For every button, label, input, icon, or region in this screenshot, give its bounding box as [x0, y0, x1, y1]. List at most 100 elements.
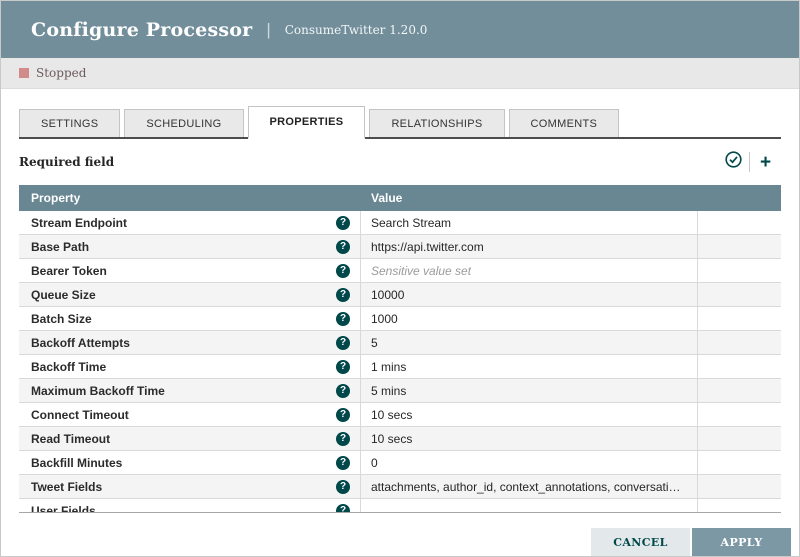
table-row[interactable]: Connect Timeout ? 10 secs [19, 403, 781, 427]
property-cell: Base Path ? [19, 235, 361, 258]
property-value-cell[interactable]: 10 secs [361, 427, 698, 450]
row-extra-cell [698, 499, 781, 512]
property-value: 1 mins [371, 359, 407, 374]
help-icon[interactable]: ? [336, 215, 350, 230]
row-extra-cell [698, 379, 781, 402]
table-row[interactable]: Batch Size ? 1000 [19, 307, 781, 331]
property-cell: User Fields ? [19, 499, 361, 513]
property-value-cell[interactable]: 1 mins [361, 355, 698, 378]
property-value: 1000 [371, 311, 398, 326]
property-cell: Read Timeout ? [19, 427, 361, 450]
tab-settings[interactable]: SETTINGS [19, 109, 121, 137]
property-value: 10000 [371, 287, 405, 302]
dialog-title: Configure Processor [31, 18, 253, 41]
table-row[interactable]: Backfill Minutes ? 0 [19, 451, 781, 475]
row-extra-cell [698, 331, 781, 354]
property-value-cell[interactable]: 1000 [361, 307, 698, 330]
help-icon[interactable]: ? [336, 239, 350, 254]
add-property-button[interactable]: + [749, 152, 781, 172]
check-circle-icon [724, 151, 742, 173]
tab-scheduling[interactable]: SCHEDULING [124, 109, 244, 137]
help-icon[interactable]: ? [336, 287, 350, 302]
property-cell: Bearer Token ? [19, 259, 361, 282]
help-icon[interactable]: ? [336, 479, 350, 494]
properties-table: Property Value Stream Endpoint ? Search … [19, 185, 781, 513]
property-value-cell[interactable] [361, 499, 698, 512]
apply-button[interactable]: APPLY [692, 528, 791, 556]
tab-properties[interactable]: PROPERTIES [247, 106, 366, 139]
help-icon[interactable]: ? [336, 311, 350, 326]
property-name: Backoff Attempts [31, 335, 130, 350]
properties-toolbar: Required field + [19, 139, 781, 185]
property-name: Stream Endpoint [31, 215, 128, 230]
property-name: Backoff Time [31, 359, 107, 374]
property-name: Connect Timeout [31, 407, 129, 422]
tab-label: PROPERTIES [269, 116, 344, 128]
table-row[interactable]: User Fields ? [19, 499, 781, 513]
plus-icon: + [759, 151, 772, 173]
table-row[interactable]: Tweet Fields ? attachments, author_id, c… [19, 475, 781, 499]
help-icon[interactable]: ? [336, 407, 350, 422]
properties-table-body: Stream Endpoint ? Search Stream Base Pat… [19, 211, 781, 513]
property-name: Batch Size [31, 311, 92, 326]
property-value-cell[interactable]: Search Stream [361, 211, 698, 234]
property-value: 0 [371, 455, 378, 470]
property-value: 10 secs [371, 407, 413, 422]
property-value-cell[interactable]: Sensitive value set [361, 259, 698, 282]
tab-comments[interactable]: COMMENTS [508, 109, 620, 137]
help-icon[interactable]: ? [336, 263, 350, 278]
property-value-cell[interactable]: 10000 [361, 283, 698, 306]
property-value-cell[interactable]: attachments, author_id, context_annotati… [361, 475, 698, 498]
help-icon[interactable]: ? [336, 431, 350, 446]
property-value-cell[interactable]: 5 [361, 331, 698, 354]
row-extra-cell [698, 451, 781, 474]
property-name: Maximum Backoff Time [31, 383, 165, 398]
help-icon[interactable]: ? [336, 455, 350, 470]
help-icon[interactable]: ? [336, 383, 350, 398]
property-name: User Fields [31, 503, 96, 513]
property-value-cell[interactable]: 5 mins [361, 379, 698, 402]
required-field-label: Required field [19, 155, 115, 169]
row-extra-cell [698, 211, 781, 234]
table-row[interactable]: Maximum Backoff Time ? 5 mins [19, 379, 781, 403]
table-row[interactable]: Queue Size ? 10000 [19, 283, 781, 307]
dialog-header: Configure Processor | ConsumeTwitter 1.2… [1, 1, 799, 58]
property-cell: Maximum Backoff Time ? [19, 379, 361, 402]
property-value: https://api.twitter.com [371, 239, 484, 254]
status-label: Stopped [36, 66, 87, 80]
table-row[interactable]: Backoff Attempts ? 5 [19, 331, 781, 355]
verify-properties-button[interactable] [717, 151, 749, 173]
property-value-cell[interactable]: https://api.twitter.com [361, 235, 698, 258]
property-name: Bearer Token [31, 263, 107, 278]
property-name: Read Timeout [31, 431, 111, 446]
cancel-button[interactable]: CANCEL [591, 528, 690, 556]
property-cell: Queue Size ? [19, 283, 361, 306]
help-icon[interactable]: ? [336, 359, 350, 374]
configure-processor-dialog: Configure Processor | ConsumeTwitter 1.2… [0, 0, 800, 557]
table-row[interactable]: Base Path ? https://api.twitter.com [19, 235, 781, 259]
property-value-cell[interactable]: 0 [361, 451, 698, 474]
property-cell: Backfill Minutes ? [19, 451, 361, 474]
row-extra-cell [698, 427, 781, 450]
table-row[interactable]: Read Timeout ? 10 secs [19, 427, 781, 451]
property-cell: Backoff Attempts ? [19, 331, 361, 354]
table-row[interactable]: Bearer Token ? Sensitive value set [19, 259, 781, 283]
property-value: 5 [371, 335, 378, 350]
property-value: attachments, author_id, context_annotati… [371, 479, 687, 494]
table-row[interactable]: Stream Endpoint ? Search Stream [19, 211, 781, 235]
processor-name-version: ConsumeTwitter 1.20.0 [284, 22, 428, 37]
property-value-cell[interactable]: 10 secs [361, 403, 698, 426]
row-extra-cell [698, 355, 781, 378]
tab-label: COMMENTS [530, 117, 598, 130]
table-row[interactable]: Backoff Time ? 1 mins [19, 355, 781, 379]
status-bar: Stopped [1, 58, 799, 89]
tab-relationships[interactable]: RELATIONSHIPS [369, 109, 505, 137]
toolbar-icons: + [717, 151, 781, 173]
help-icon[interactable]: ? [336, 335, 350, 350]
row-extra-cell [698, 475, 781, 498]
help-icon[interactable]: ? [336, 503, 350, 512]
property-cell: Batch Size ? [19, 307, 361, 330]
title-separator: | [266, 19, 271, 39]
dialog-footer: CANCEL APPLY [591, 528, 791, 556]
property-value: 5 mins [371, 383, 407, 398]
